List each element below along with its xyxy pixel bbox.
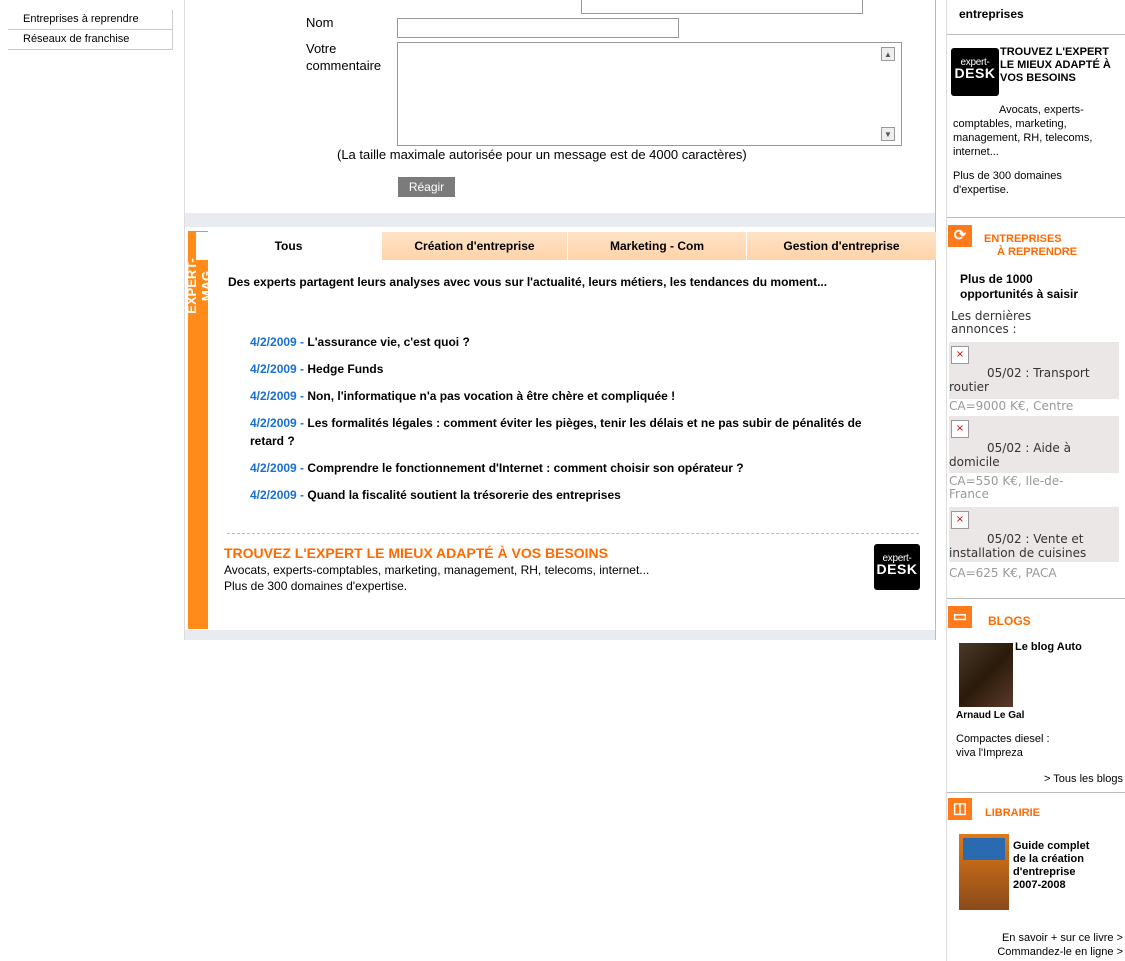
main-content: Nom Votre commentaire ▲ ▼ (La taille max… — [184, 0, 936, 640]
separator — [185, 213, 935, 227]
divider — [227, 533, 919, 534]
promo-title[interactable]: TROUVEZ L'EXPERT LE MIEUX ADAPTÉ À VOS B… — [224, 545, 608, 561]
divider — [947, 598, 1125, 599]
article-link[interactable]: 4/2/2009 - Non, l'informatique n'a pas v… — [250, 387, 890, 405]
broken-image-icon: × — [951, 346, 969, 364]
entreprises-title-line: ENTREPRISES — [984, 233, 1062, 245]
previous-field[interactable] — [581, 0, 863, 14]
divider — [947, 792, 1125, 793]
expert-text-2: Plus de 300 domaines d'expertise. — [953, 170, 1062, 196]
broken-image-icon: × — [951, 420, 969, 438]
sidebar-partial-heading: entreprises — [959, 7, 1024, 21]
book-cover[interactable] — [959, 834, 1009, 910]
listing-text: 05/02 : Aide à domicile — [949, 441, 1071, 469]
expert-desk-logo[interactable]: expert- DESK — [874, 544, 920, 590]
article-link[interactable]: 4/2/2009 - Hedge Funds — [250, 360, 890, 378]
expert-mag-label: EXPERT-MAG — [184, 258, 214, 314]
nav-item-reseaux-de-franchise[interactable]: Réseaux de franchise — [8, 30, 173, 50]
promo-text: Avocats, experts-comptables, marketing, … — [224, 562, 674, 594]
article-link[interactable]: 4/2/2009 - Les formalités légales : comm… — [250, 414, 890, 450]
listing-item[interactable]: × 05/02 : Aide à domicile — [949, 416, 1119, 473]
expert-desk-logo[interactable]: expert- DESK — [951, 48, 999, 96]
book-icon: ◫ — [948, 798, 972, 820]
comment-textarea[interactable]: ▲ ▼ — [397, 42, 902, 146]
name-input[interactable] — [397, 18, 679, 38]
max-size-note: (La taille maximale autorisée pour un me… — [337, 147, 747, 162]
logo-line: DESK — [876, 561, 918, 577]
divider — [947, 34, 1125, 35]
comment-label: Votre commentaire — [306, 41, 382, 73]
tab-creation-entreprise[interactable]: Création d'entreprise — [381, 232, 567, 260]
latest-listings-label: Les dernières annonces : — [951, 309, 1032, 336]
name-label: Nom — [306, 15, 334, 30]
scroll-up-icon[interactable]: ▲ — [881, 47, 895, 61]
scroll-down-icon[interactable]: ▼ — [881, 127, 895, 141]
entreprises-title[interactable]: ENTREPRISES À REPRENDRE — [984, 233, 1077, 259]
book-order-link[interactable]: Commandez-le en ligne > — [997, 945, 1123, 959]
author-avatar[interactable] — [959, 643, 1013, 707]
submit-button[interactable]: Réagir — [398, 177, 455, 197]
promo-text-line: Plus de 300 domaines d'expertise. — [224, 579, 408, 593]
right-sidebar: entreprises expert- DESK TROUVEZ L'EXPER… — [946, 0, 1125, 961]
article-link[interactable]: 4/2/2009 - L'assurance vie, c'est quoi ? — [250, 333, 890, 351]
left-nav: Entreprises à reprendre Réseaux de franc… — [8, 10, 173, 50]
category-tabs: Tous Création d'entreprise Marketing - C… — [196, 232, 936, 260]
tab-marketing-com[interactable]: Marketing - Com — [567, 232, 746, 260]
expert-text: Avocats, experts-comptables, marketing, … — [953, 104, 1093, 158]
expert-mag-strip: EXPERT-MAG — [184, 231, 214, 629]
refresh-icon: ⟳ — [948, 225, 972, 247]
listing-text: 05/02 : Vente et installation de cuisine… — [949, 532, 1087, 560]
broken-image-icon: × — [951, 511, 969, 529]
article-list: 4/2/2009 - L'assurance vie, c'est quoi ?… — [250, 333, 890, 513]
entreprises-subtitle: Plus de 1000 opportunités à saisir — [960, 272, 1079, 301]
blog-author: Arnaud Le Gal — [956, 710, 1025, 721]
expert-title[interactable]: TROUVEZ L'EXPERT LE MIEUX ADAPTÉ À VOS B… — [1000, 46, 1125, 85]
listing-details: CA=550 K€, Ile-de-France — [949, 474, 1064, 501]
librairie-title[interactable]: LIBRAIRIE — [985, 807, 1040, 819]
listing-text: 05/02 : Transport routier — [949, 366, 1090, 394]
expert-mag-intro: Des experts partagent leurs analyses ave… — [228, 275, 828, 289]
tab-gestion-entreprise[interactable]: Gestion d'entreprise — [746, 232, 936, 260]
book-more-link[interactable]: En savoir + sur ce livre > — [1002, 931, 1123, 945]
article-link[interactable]: 4/2/2009 - Comprendre le fonctionnement … — [250, 459, 890, 477]
all-blogs-link[interactable]: > Tous les blogs — [1044, 772, 1123, 786]
speech-bubble-icon: ▭ — [948, 606, 972, 628]
nav-item-entreprises-a-reprendre[interactable]: Entreprises à reprendre — [8, 10, 173, 30]
listing-details: CA=625 K€, PACA — [949, 566, 1057, 580]
blog-name[interactable]: Le blog Auto — [1015, 641, 1082, 653]
entreprises-title-line: À REPRENDRE — [997, 246, 1078, 258]
blogs-title[interactable]: BLOGS — [988, 614, 1031, 628]
blog-post[interactable]: Compactes diesel : viva l'Impreza — [956, 732, 1066, 760]
listing-item[interactable]: × 05/02 : Transport routier — [949, 342, 1119, 399]
logo-line: DESK — [954, 65, 996, 81]
divider — [947, 217, 1125, 218]
listing-details: CA=9000 K€, Centre — [949, 399, 1074, 413]
bottom-separator — [185, 630, 935, 640]
book-title[interactable]: Guide complet de la création d'entrepris… — [1013, 840, 1103, 892]
tab-tous[interactable]: Tous — [196, 232, 381, 260]
promo-text-line: Avocats, experts-comptables, marketing, … — [224, 563, 650, 577]
listing-item[interactable]: × 05/02 : Vente et installation de cuisi… — [949, 507, 1119, 562]
book-cover-label — [963, 838, 1005, 860]
article-link[interactable]: 4/2/2009 - Quand la fiscalité soutient l… — [250, 486, 890, 504]
